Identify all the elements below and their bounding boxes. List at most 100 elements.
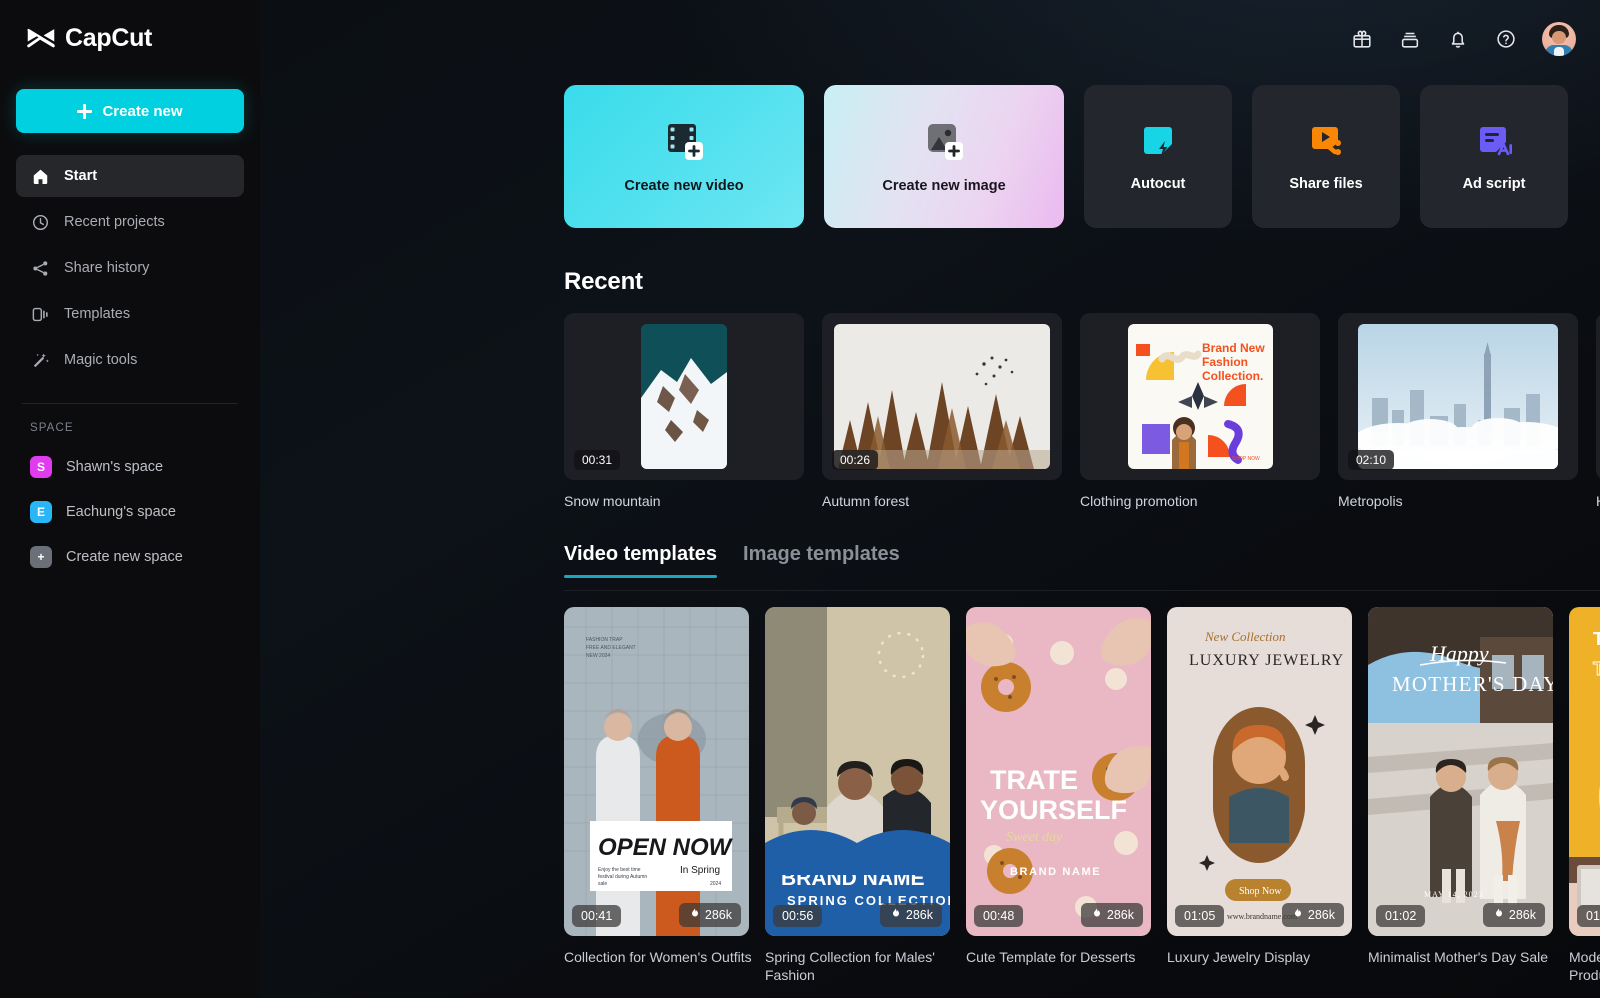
recent-project-card[interactable]: 00:31 Snow mountain (564, 313, 804, 509)
sidebar-item-share-history[interactable]: Share history (16, 247, 244, 289)
svg-text:New Collection: New Collection (1204, 629, 1286, 644)
autocut-card[interactable]: Autocut (1084, 85, 1232, 228)
flame-icon (889, 907, 901, 923)
avatar-face (1552, 31, 1566, 44)
svg-text:In Spring: In Spring (680, 865, 720, 876)
svg-text:2024: 2024 (710, 881, 721, 887)
template-name: Spring Collection for Males' Fashion (765, 948, 955, 985)
likes-badge: 286k (880, 903, 942, 927)
svg-text:TRATE: TRATE (990, 765, 1078, 795)
sidebar-item-magic-tools[interactable]: Magic tools (16, 339, 244, 381)
recent-project-card[interactable]: 02:10 Metropolis (1338, 313, 1578, 509)
ad-script-card[interactable]: Ad script (1420, 85, 1568, 228)
project-thumbnail: Capcut Headphone Hear the music, not the… (1596, 313, 1600, 480)
create-new-image-card[interactable]: Create new image (824, 85, 1064, 228)
svg-text:Brand New: Brand New (1202, 341, 1265, 355)
svg-text:OPEN NOW: OPEN NOW (598, 834, 734, 861)
project-name: Metropolis (1338, 493, 1578, 509)
svg-text:BRAND NAME: BRAND NAME (1010, 866, 1101, 878)
sidebar-item-label: Share history (64, 260, 149, 276)
sidebar-item-label: Recent projects (64, 214, 165, 230)
svg-text:Shop Now: Shop Now (1239, 886, 1282, 897)
likes-count: 286k (1308, 908, 1335, 922)
likes-count: 286k (1107, 908, 1134, 922)
project-thumbnail: 02:10 (1338, 313, 1578, 480)
svg-text:Fashion: Fashion (1202, 355, 1248, 369)
action-card-label: Share files (1289, 176, 1362, 192)
space-avatar: S (30, 456, 52, 478)
recent-project-card[interactable]: Brand New Fashion Collection. (1080, 313, 1320, 509)
sidebar-item-recent-projects[interactable]: Recent projects (16, 201, 244, 243)
duration-badge: 01:02 (1376, 905, 1425, 927)
autocut-icon (1138, 122, 1178, 162)
svg-text:TOP ELECTRICS: TOP ELECTRICS (1593, 629, 1600, 649)
project-name: Autumn forest (822, 493, 1062, 509)
thumb-metropolis (1358, 324, 1558, 469)
sidebar-item-templates[interactable]: Templates (16, 293, 244, 335)
recent-projects-row: 00:31 Snow mountain (564, 313, 1600, 509)
recent-project-card[interactable]: 00:26 Autumn forest (822, 313, 1062, 509)
main-content: Create new video Create new image (260, 0, 1600, 998)
template-card[interactable]: Happy MOTHER'S DAY MAY 14, 2023 01:02 28… (1368, 607, 1553, 985)
duration-badge: 02:10 (1348, 450, 1394, 470)
svg-text:Enjoy the best time: Enjoy the best time (598, 867, 641, 873)
sidebar-item-label: Start (64, 168, 97, 184)
create-new-button[interactable]: Create new (16, 89, 244, 133)
capcut-logo-icon (26, 26, 56, 50)
tab-image-templates[interactable]: Image templates (743, 543, 900, 578)
likes-count: 286k (705, 908, 732, 922)
template-name: Minimalist Mother's Day Sale (1368, 948, 1558, 966)
share-files-icon (1306, 122, 1346, 162)
template-card[interactable]: New Collection LUXURY JEWELRY Shop Now w… (1167, 607, 1352, 985)
likes-badge: 286k (1483, 903, 1545, 927)
svg-text:FREE AND ELEGANT: FREE AND ELEGANT (586, 645, 636, 651)
inbox-icon[interactable] (1398, 27, 1422, 51)
action-card-label: Ad script (1463, 176, 1526, 192)
svg-text:YOURSELF: YOURSELF (980, 795, 1127, 825)
sidebar-divider (22, 403, 238, 404)
brand-logo-area[interactable]: CapCut (16, 0, 244, 76)
plus-square-icon: + (30, 546, 52, 568)
bell-icon[interactable] (1446, 27, 1470, 51)
duration-badge: 01:05 (1175, 905, 1224, 927)
sidebar-item-start[interactable]: Start (16, 155, 244, 197)
sidebar-item-create-new-space[interactable]: + Create new space (16, 536, 244, 578)
sidebar-item-shawns-space[interactable]: S Shawn's space (16, 446, 244, 488)
image-plus-icon (920, 120, 968, 164)
template-card[interactable]: TRATE YOURSELF Sweet day BRAND NAME 00:4… (966, 607, 1151, 985)
tab-video-templates[interactable]: Video templates (564, 543, 717, 578)
ad-script-ai-icon (1474, 122, 1514, 162)
create-new-video-card[interactable]: Create new video (564, 85, 804, 228)
share-files-card[interactable]: Share files (1252, 85, 1400, 228)
template-name: Luxury Jewelry Display (1167, 948, 1357, 966)
likes-badge: 286k (1282, 903, 1344, 927)
sidebar: CapCut Create new Start Recent projects (0, 0, 260, 998)
home-icon (30, 166, 50, 186)
sidebar-item-label: Templates (64, 306, 130, 322)
space-label: Eachung's space (66, 504, 176, 520)
user-avatar[interactable] (1542, 22, 1576, 56)
template-thumbnail: TOP ELECTRICS TOP ELECTRICS (1569, 607, 1600, 936)
thumb-autumn-forest (834, 324, 1050, 469)
help-icon[interactable] (1494, 27, 1518, 51)
template-card[interactable]: BRAND NAME SPRING COLLECTION 00:56 286k … (765, 607, 950, 985)
template-card[interactable]: FASHION TRAP FREE AND ELEGANT NEW 2024 O… (564, 607, 749, 985)
svg-text:festival during Autumn: festival during Autumn (598, 874, 647, 880)
thumb-clothing-promotion: Brand New Fashion Collection. (1128, 324, 1273, 469)
tab-label: Video templates (564, 543, 717, 565)
likes-count: 286k (1509, 908, 1536, 922)
action-card-label: Create new video (624, 178, 743, 194)
duration-badge: 00:26 (832, 450, 878, 470)
create-new-label: Create new (102, 103, 182, 120)
template-card[interactable]: TOP ELECTRICS TOP ELECTRICS (1569, 607, 1600, 985)
duration-badge: 00:48 (974, 905, 1023, 927)
templates-tabs: Video templates Image templates (564, 543, 900, 578)
template-thumbnail: TRATE YOURSELF Sweet day BRAND NAME 00:4… (966, 607, 1151, 936)
project-name: Headphone promotion (1596, 493, 1600, 509)
svg-text:Collection.: Collection. (1202, 369, 1263, 383)
recent-project-card[interactable]: Capcut Headphone Hear the music, not the… (1596, 313, 1600, 509)
duration-badge: 01:12 (1577, 905, 1600, 927)
sidebar-item-eachungs-space[interactable]: E Eachung's space (16, 491, 244, 533)
gift-icon[interactable] (1350, 27, 1374, 51)
magic-wand-icon (30, 350, 50, 370)
